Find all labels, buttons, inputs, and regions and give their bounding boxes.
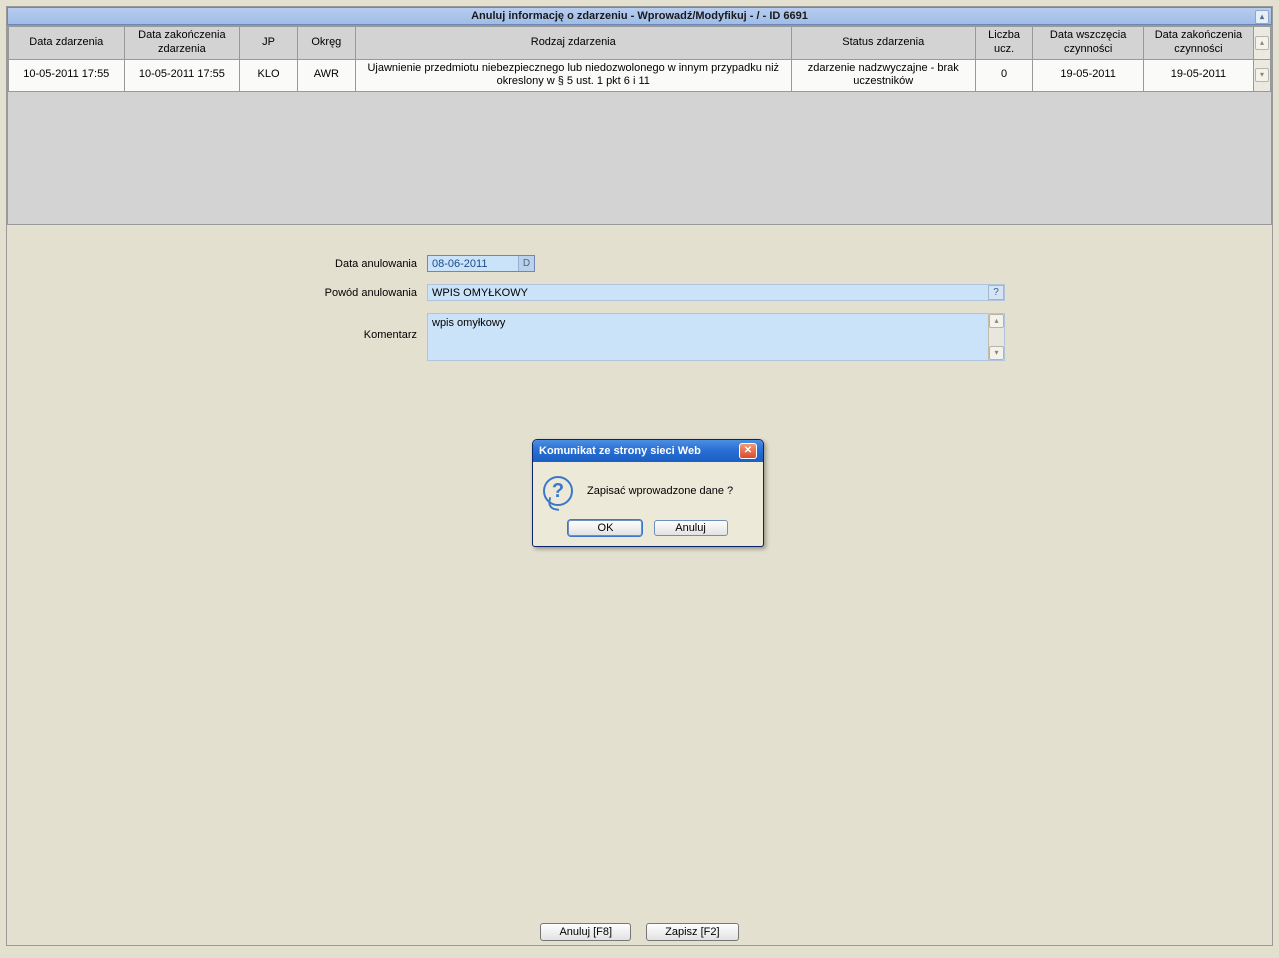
col-header[interactable]: Data zakończenia czynności xyxy=(1143,27,1253,60)
confirm-dialog: Komunikat ze strony sieci Web ✕ ? Zapisa… xyxy=(532,439,764,547)
cell: 0 xyxy=(975,59,1033,92)
close-icon[interactable]: ✕ xyxy=(739,443,757,459)
page-title-text: Anuluj informację o zdarzeniu - Wprowadź… xyxy=(471,10,808,22)
col-header[interactable]: Data zakończenia zdarzenia xyxy=(124,27,240,60)
cell: Ujawnienie przedmiotu niebezpiecznego lu… xyxy=(355,59,791,92)
reason-label: Powód anulowania xyxy=(7,284,427,299)
reason-lookup-icon[interactable]: ? xyxy=(988,285,1004,300)
table-row[interactable]: 10-05-2011 17:55 10-05-2011 17:55 KLO AW… xyxy=(9,59,1271,92)
cell: 10-05-2011 17:55 xyxy=(124,59,240,92)
date-picker-icon[interactable]: D xyxy=(518,256,534,271)
scroll-up-icon[interactable]: ▴ xyxy=(1255,10,1269,24)
footer-toolbar: Anuluj [F8] Zapisz [F2] xyxy=(7,923,1272,941)
page-title: Anuluj informację o zdarzeniu - Wprowadź… xyxy=(7,7,1272,25)
cancel-reason-input[interactable] xyxy=(428,285,988,300)
col-header[interactable]: JP xyxy=(240,27,298,60)
cell: AWR xyxy=(297,59,355,92)
col-header[interactable]: Status zdarzenia xyxy=(791,27,975,60)
grid-scroll-down-icon[interactable]: ▾ xyxy=(1255,68,1269,82)
cell: 10-05-2011 17:55 xyxy=(9,59,125,92)
grid-scroll-up-icon[interactable]: ▴ xyxy=(1255,36,1269,50)
date-label: Data anulowania xyxy=(7,255,427,270)
dialog-ok-button[interactable]: OK xyxy=(568,520,642,536)
cancel-button[interactable]: Anuluj [F8] xyxy=(540,923,631,941)
col-header[interactable]: Rodzaj zdarzenia xyxy=(355,27,791,60)
col-header[interactable]: Okręg xyxy=(297,27,355,60)
save-button[interactable]: Zapisz [F2] xyxy=(646,923,738,941)
question-icon: ? xyxy=(543,476,573,506)
cell: 19-05-2011 xyxy=(1143,59,1253,92)
events-grid: Data zdarzenia Data zakończenia zdarzeni… xyxy=(7,25,1272,225)
cell: 19-05-2011 xyxy=(1033,59,1143,92)
grid-header-row: Data zdarzenia Data zakończenia zdarzeni… xyxy=(9,27,1271,60)
col-header[interactable]: Liczba ucz. xyxy=(975,27,1033,60)
comment-label: Komentarz xyxy=(7,313,427,341)
dialog-cancel-button[interactable]: Anuluj xyxy=(654,520,728,536)
col-header[interactable]: Data zdarzenia xyxy=(9,27,125,60)
cell: KLO xyxy=(240,59,298,92)
cell: zdarzenie nadzwyczajne - brak uczestnikó… xyxy=(791,59,975,92)
dialog-message: Zapisać wprowadzone dane ? xyxy=(587,485,733,497)
col-header[interactable]: Data wszczęcia czynności xyxy=(1033,27,1143,60)
comment-textarea[interactable] xyxy=(428,314,988,360)
textarea-scroll-down-icon[interactable]: ▾ xyxy=(989,346,1004,360)
cancel-form: Data anulowania D Powód anulowania ? Kom… xyxy=(7,255,1272,361)
dialog-title: Komunikat ze strony sieci Web xyxy=(539,445,701,457)
textarea-scroll-up-icon[interactable]: ▴ xyxy=(989,314,1004,328)
cancel-date-input[interactable] xyxy=(428,256,518,271)
